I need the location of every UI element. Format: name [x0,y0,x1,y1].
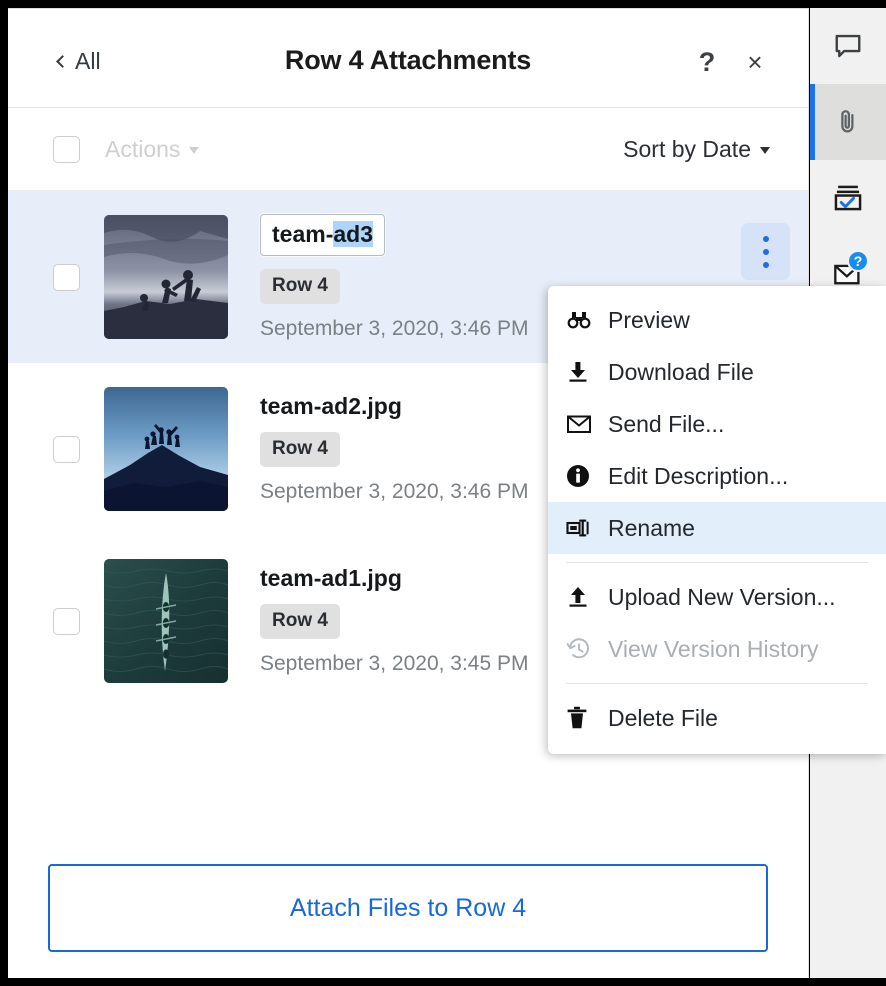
attach-files-button[interactable]: Attach Files to Row 4 [48,864,768,952]
binoculars-icon [566,310,608,330]
context-menu-item-download-file[interactable]: Download File [548,346,886,398]
page-title: Row 4 Attachments [284,45,532,75]
row-checkbox[interactable] [53,435,80,463]
status-badge: Row 4 [260,432,340,468]
context-menu-label: Delete File [608,704,718,731]
file-date: September 3, 2020, 3:46 PM [260,480,529,504]
kebab-dot [762,235,769,242]
context-menu-item-preview[interactable]: Preview [548,294,886,346]
file-meta: team-ad2.jpg Row 4 September 3, 2020, 3:… [260,393,529,504]
context-menu-label: Rename [608,514,695,541]
file-meta: team-ad1.jpg Row 4 September 3, 2020, 3:… [260,565,529,676]
context-menu-item-rename[interactable]: Rename [548,502,886,554]
proof-icon [834,185,862,211]
list-toolbar: Actions Sort by Date [8,108,808,191]
context-menu-label: Preview [608,306,690,333]
help-button[interactable]: ? [694,46,720,77]
rail-item-proofs[interactable] [810,160,886,236]
envelope-icon [566,414,608,434]
context-menu-item-edit-description[interactable]: Edit Description... [548,450,886,502]
status-badge: Row 4 [260,268,340,304]
row-checkbox[interactable] [53,607,80,635]
context-menu-divider [566,562,868,563]
close-icon: × [747,47,763,77]
rename-icon [566,518,608,538]
close-button[interactable]: × [742,49,768,75]
context-menu-label: View Version History [608,635,819,662]
context-menu-label: Download File [608,358,754,385]
paperclip-icon [841,110,854,133]
file-context-menu: Preview Download File Send File... Edit … [548,286,886,754]
rail-item-attachments[interactable] [810,84,886,160]
sort-dropdown[interactable]: Sort by Date [623,136,770,163]
context-menu-label: Upload New Version... [608,583,836,610]
rename-input[interactable]: team-ad3 [260,213,385,256]
file-name[interactable]: team-ad2.jpg [260,393,529,419]
context-menu-label: Edit Description... [608,462,789,489]
email-help-badge[interactable]: ? [847,250,869,272]
attachments-panel-screen: All Row 4 Attachments ? × Actions Sort b… [0,0,886,986]
file-name[interactable]: team-ad1.jpg [260,565,529,591]
window-frame-left [0,0,8,986]
rail-item-comments[interactable] [810,8,886,84]
chevron-down-icon [189,147,200,154]
select-all-checkbox[interactable] [53,135,80,163]
file-meta: team-ad3 Row 4 September 3, 2020, 3:46 P… [260,213,529,341]
context-menu-divider [566,683,868,684]
file-date: September 3, 2020, 3:45 PM [260,652,529,676]
context-menu-item-delete-file[interactable]: Delete File [548,692,886,744]
file-date: September 3, 2020, 3:46 PM [260,316,529,340]
rename-input-selection: ad3 [333,220,373,247]
window-frame-top [0,0,886,8]
status-badge: Row 4 [260,604,340,640]
context-menu-label: Send File... [608,410,725,437]
attach-files-area: Attach Files to Row 4 [8,864,808,952]
context-menu-item-view-version-history: View Version History [548,623,886,675]
window-frame-bottom [0,978,886,986]
thumbnail-mountain-summit-silhouette[interactable] [104,387,228,511]
rename-input-prefix: team- [272,220,334,247]
download-icon [566,361,608,383]
trash-icon [566,706,608,730]
panel-header: All Row 4 Attachments ? × [8,9,808,108]
question-mark-icon: ? [698,46,716,77]
info-icon [566,464,608,488]
context-menu-item-upload-new-version[interactable]: Upload New Version... [548,571,886,623]
sort-dropdown-label: Sort by Date [623,135,751,162]
history-icon [566,637,608,661]
chevron-down-icon [760,147,770,154]
kebab-dot [762,248,769,255]
upload-icon [566,586,608,608]
kebab-dot [762,261,769,268]
thumbnail-rowing-boat-aerial[interactable] [104,559,228,683]
context-menu-item-send-file[interactable]: Send File... [548,398,886,450]
row-overflow-menu-button[interactable] [741,223,790,280]
actions-dropdown[interactable]: Actions [105,135,200,163]
row-checkbox[interactable] [53,263,80,291]
actions-dropdown-label: Actions [105,135,181,162]
thumbnail-hikers-sunset-silhouette[interactable] [104,215,228,339]
header-actions: ? × [694,46,768,77]
comment-icon [835,34,861,58]
